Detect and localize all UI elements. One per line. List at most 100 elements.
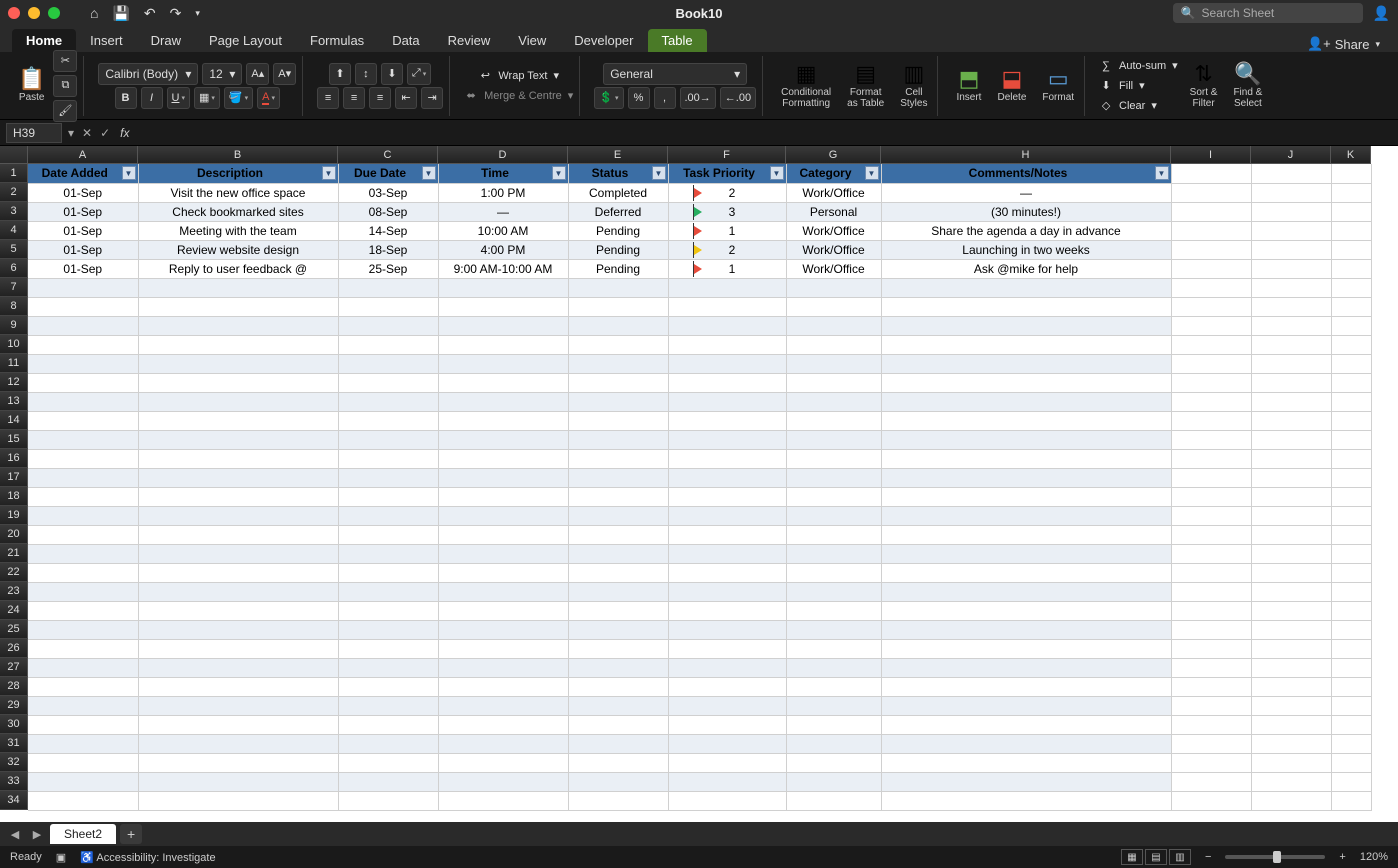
macro-record-icon[interactable]: ▣ (56, 851, 66, 864)
cell-G13[interactable] (786, 392, 881, 411)
cell-A11[interactable] (28, 354, 138, 373)
tab-data[interactable]: Data (378, 29, 433, 52)
cell-I4[interactable] (1171, 221, 1251, 240)
cell-J17[interactable] (1251, 468, 1331, 487)
cell-K3[interactable] (1331, 202, 1371, 221)
format-painter-button[interactable]: 🖌 (53, 100, 77, 122)
filter-button[interactable]: ▼ (122, 166, 136, 180)
close-icon[interactable] (8, 7, 20, 19)
cell-K8[interactable] (1331, 297, 1371, 316)
underline-button[interactable]: U▾ (167, 87, 190, 109)
cell-G32[interactable] (786, 753, 881, 772)
cell-F16[interactable] (668, 449, 786, 468)
border-button[interactable]: ▦▾ (194, 87, 220, 109)
cell-C22[interactable] (338, 563, 438, 582)
orientation-button[interactable]: ⤢▾ (407, 63, 431, 85)
sheet-nav-prev[interactable]: ◀ (6, 825, 24, 843)
cell-F14[interactable] (668, 411, 786, 430)
cell-C26[interactable] (338, 639, 438, 658)
cell-D10[interactable] (438, 335, 568, 354)
row-header-9[interactable]: 9 (0, 316, 28, 335)
row-header-34[interactable]: 34 (0, 791, 28, 810)
font-color-button[interactable]: A▾ (257, 87, 280, 109)
tab-view[interactable]: View (504, 29, 560, 52)
filter-button[interactable]: ▼ (552, 166, 566, 180)
cell-C34[interactable] (338, 791, 438, 810)
cell-A10[interactable] (28, 335, 138, 354)
cell-A15[interactable] (28, 430, 138, 449)
home-icon[interactable]: ⌂ (90, 5, 98, 21)
cell-D31[interactable] (438, 734, 568, 753)
cell-C17[interactable] (338, 468, 438, 487)
cell-D17[interactable] (438, 468, 568, 487)
cell-F7[interactable] (668, 278, 786, 297)
cell-K5[interactable] (1331, 240, 1371, 259)
cell-F11[interactable] (668, 354, 786, 373)
row-header-31[interactable]: 31 (0, 734, 28, 753)
row-header-3[interactable]: 3 (0, 202, 28, 221)
cell-F5[interactable]: 2 (668, 240, 786, 259)
cell-D24[interactable] (438, 601, 568, 620)
cell-H6[interactable]: Ask @mike for help (881, 259, 1171, 278)
find-select-button[interactable]: 🔍Find & Select (1229, 63, 1266, 109)
cell-B19[interactable] (138, 506, 338, 525)
column-header-D[interactable]: D (438, 146, 568, 164)
cell-F13[interactable] (668, 392, 786, 411)
tab-draw[interactable]: Draw (137, 29, 195, 52)
cell-E4[interactable]: Pending (568, 221, 668, 240)
row-header-18[interactable]: 18 (0, 487, 28, 506)
row-header-32[interactable]: 32 (0, 753, 28, 772)
cell-D7[interactable] (438, 278, 568, 297)
cell-B28[interactable] (138, 677, 338, 696)
row-header-30[interactable]: 30 (0, 715, 28, 734)
cell-F19[interactable] (668, 506, 786, 525)
cell-H9[interactable] (881, 316, 1171, 335)
cell-K19[interactable] (1331, 506, 1371, 525)
cell-J14[interactable] (1251, 411, 1331, 430)
cell-B16[interactable] (138, 449, 338, 468)
column-header-I[interactable]: I (1171, 146, 1251, 164)
cell-G5[interactable]: Work/Office (786, 240, 881, 259)
cell-F33[interactable] (668, 772, 786, 791)
cell-A29[interactable] (28, 696, 138, 715)
cell-E2[interactable]: Completed (568, 183, 668, 202)
cell-H33[interactable] (881, 772, 1171, 791)
qat-dropdown-icon[interactable]: ▾ (195, 8, 200, 19)
row-header-29[interactable]: 29 (0, 696, 28, 715)
cell-H25[interactable] (881, 620, 1171, 639)
cell-K20[interactable] (1331, 525, 1371, 544)
bold-button[interactable]: B (115, 87, 137, 109)
cell-A25[interactable] (28, 620, 138, 639)
row-header-14[interactable]: 14 (0, 411, 28, 430)
view-normal-button[interactable]: ▦ (1121, 849, 1143, 865)
cell-H16[interactable] (881, 449, 1171, 468)
cell-I6[interactable] (1171, 259, 1251, 278)
cell-K11[interactable] (1331, 354, 1371, 373)
sort-filter-button[interactable]: ⇅Sort & Filter (1186, 63, 1222, 109)
cell-K25[interactable] (1331, 620, 1371, 639)
cell-A22[interactable] (28, 563, 138, 582)
decrease-indent-button[interactable]: ⇤ (395, 87, 417, 109)
cell-D28[interactable] (438, 677, 568, 696)
row-header-8[interactable]: 8 (0, 297, 28, 316)
column-header-J[interactable]: J (1251, 146, 1331, 164)
select-all-corner[interactable] (0, 146, 28, 164)
cell-G4[interactable]: Work/Office (786, 221, 881, 240)
cell-J8[interactable] (1251, 297, 1331, 316)
increase-decimal-button[interactable]: .00→ (680, 87, 716, 109)
cell-B32[interactable] (138, 753, 338, 772)
cell-E30[interactable] (568, 715, 668, 734)
cell-E20[interactable] (568, 525, 668, 544)
cell-H11[interactable] (881, 354, 1171, 373)
cell-E24[interactable] (568, 601, 668, 620)
format-cells-button[interactable]: ▭Format (1038, 68, 1078, 103)
cell-C29[interactable] (338, 696, 438, 715)
cell-G34[interactable] (786, 791, 881, 810)
cell-E16[interactable] (568, 449, 668, 468)
cell-I34[interactable] (1171, 791, 1251, 810)
cell-K10[interactable] (1331, 335, 1371, 354)
cell-B22[interactable] (138, 563, 338, 582)
cell-F28[interactable] (668, 677, 786, 696)
cell-H20[interactable] (881, 525, 1171, 544)
cell-E3[interactable]: Deferred (568, 202, 668, 221)
